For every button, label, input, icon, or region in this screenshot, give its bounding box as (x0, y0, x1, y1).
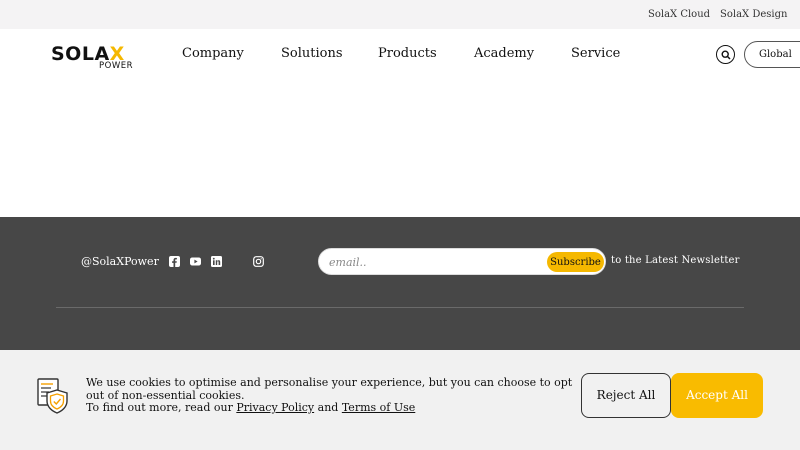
facebook-icon[interactable] (169, 256, 180, 267)
instagram-icon[interactable] (253, 256, 264, 267)
reject-all-button[interactable]: Reject All (581, 373, 671, 418)
nav-solutions[interactable]: Solutions (281, 46, 343, 61)
footer: @SolaXPower Subscribe to the Latest News… (0, 217, 800, 350)
cookie-message: We use cookies to optimise and personali… (86, 376, 586, 415)
newsletter-form: Subscribe (318, 248, 606, 275)
subscribe-button[interactable]: Subscribe (547, 252, 604, 272)
email-input[interactable] (329, 254, 539, 270)
shield-document-icon (37, 378, 68, 414)
solax-cloud-link[interactable]: SolaX Cloud (648, 9, 710, 20)
newsletter-caption: to the Latest Newsletter (611, 255, 740, 266)
nav-academy[interactable]: Academy (474, 46, 534, 61)
solax-design-link[interactable]: SolaX Design (720, 9, 787, 20)
cookie-and-text: and (314, 401, 342, 414)
nav-products[interactable]: Products (378, 46, 437, 61)
linkedin-icon[interactable] (211, 256, 222, 267)
search-icon (720, 49, 731, 60)
social-handle: @SolaXPower (81, 255, 159, 268)
logo-subtext: POWER (99, 61, 133, 71)
nav-service[interactable]: Service (571, 46, 620, 61)
solax-power-logo[interactable]: SOLAX POWER (51, 43, 143, 73)
cookie-banner: We use cookies to optimise and personali… (0, 350, 800, 450)
terms-of-use-link[interactable]: Terms of Use (342, 401, 415, 414)
main-header: SOLAX POWER Company Solutions Products A… (0, 29, 800, 85)
privacy-policy-link[interactable]: Privacy Policy (236, 401, 314, 414)
accept-all-button[interactable]: Accept All (671, 373, 763, 418)
youtube-icon[interactable] (190, 256, 201, 267)
search-button[interactable] (716, 45, 735, 64)
cookie-message-line1: We use cookies to optimise and personali… (86, 376, 573, 402)
nav-company[interactable]: Company (182, 46, 244, 61)
footer-divider (56, 307, 744, 308)
global-region-button[interactable]: Global (744, 41, 800, 68)
cookie-message-line2-prefix: To find out more, read our (86, 401, 237, 414)
top-utility-bar: SolaX Cloud SolaX Design (0, 0, 800, 29)
